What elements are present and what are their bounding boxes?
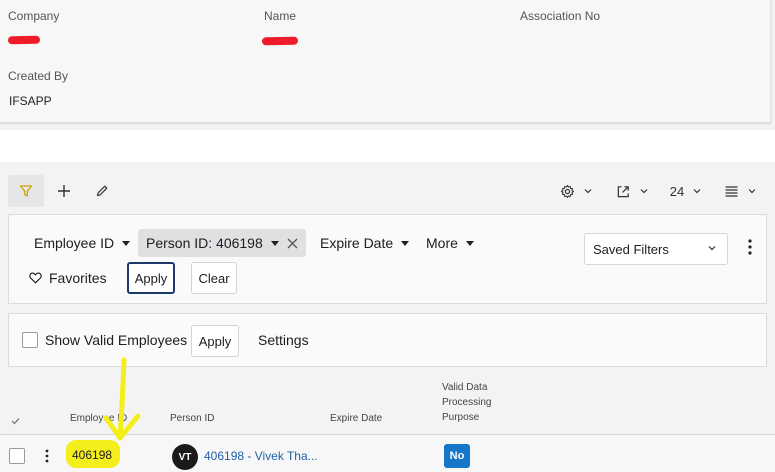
name-value-redacted <box>261 36 299 46</box>
view-menu-button[interactable] <box>720 175 760 207</box>
clear-filter-button[interactable]: Clear <box>191 262 237 294</box>
more-filters-label: More <box>426 235 458 251</box>
company-value-redacted <box>7 35 41 45</box>
funnel-icon <box>19 185 33 197</box>
row-select-checkbox[interactable] <box>9 448 25 464</box>
chevron-down-icon <box>584 189 591 194</box>
edit-button[interactable] <box>90 175 114 207</box>
chevron-down-icon <box>640 189 647 194</box>
pencil-icon <box>96 185 108 197</box>
employee-id-cell: 406198 <box>72 448 113 462</box>
header-line-1: Valid Data <box>442 382 488 393</box>
plus-icon <box>58 185 70 197</box>
show-valid-employees-checkbox[interactable] <box>22 332 38 348</box>
filter-options-kebab[interactable] <box>744 239 756 258</box>
list-view-icon <box>725 186 737 197</box>
settings-menu-button[interactable] <box>556 175 596 207</box>
person-id-filter-chip[interactable]: Person ID: 406198 <box>138 229 306 257</box>
employee-id-filter[interactable]: Employee ID <box>26 229 138 257</box>
favorites-label: Favorites <box>49 270 107 286</box>
created-by-value: IFSAPP <box>9 94 52 108</box>
name-label: Name <box>264 9 297 23</box>
chevron-down-icon <box>748 189 755 194</box>
caret-down-icon <box>465 240 474 246</box>
expire-date-filter[interactable]: Expire Date <box>312 229 417 257</box>
caret-down-icon <box>270 240 279 246</box>
export-menu-button[interactable] <box>612 175 652 207</box>
header-line-2: Processing <box>442 397 492 408</box>
avatar: VT <box>172 444 198 470</box>
employee-id-filter-label: Employee ID <box>34 235 115 251</box>
header-line-3: Purpose <box>442 412 480 423</box>
saved-filters-label: Saved Filters <box>593 241 669 257</box>
chevron-down-icon <box>708 246 716 251</box>
saved-filters-dropdown[interactable]: Saved Filters <box>584 233 728 265</box>
close-icon[interactable] <box>287 238 298 249</box>
person-id-filter-label: Person ID: 406198 <box>146 235 263 251</box>
created-by-label: Created By <box>8 69 69 83</box>
favorites-button[interactable]: Favorites <box>21 264 115 292</box>
row-kebab-icon[interactable] <box>45 449 49 463</box>
settings-link[interactable]: Settings <box>258 332 309 348</box>
person-id-link[interactable]: 406198 - Vivek Tha... <box>204 449 318 463</box>
column-header-person-id[interactable]: Person ID <box>170 411 214 426</box>
column-header-expire-date[interactable]: Expire Date <box>330 411 382 426</box>
list-toolbar: 24 <box>0 165 775 213</box>
valid-purpose-badge: No <box>444 444 470 468</box>
heart-icon <box>29 272 42 284</box>
page-size-value: 24 <box>669 183 685 199</box>
caret-down-icon <box>401 240 410 246</box>
export-icon <box>617 185 629 197</box>
apply-valid-button[interactable]: Apply <box>191 325 239 357</box>
show-valid-employees-label: Show Valid Employees <box>45 332 188 348</box>
chevron-down-icon <box>693 189 701 194</box>
section-separator <box>0 130 775 162</box>
page-size-selector[interactable]: 24 <box>666 175 706 207</box>
filter-panel: Employee ID Person ID: 406198 Expire Dat… <box>8 214 767 304</box>
annotation-arrow-icon <box>103 357 141 441</box>
expire-date-filter-label: Expire Date <box>320 235 394 251</box>
record-header-card: Company Name Association No Created By I… <box>0 0 771 123</box>
kebab-icon <box>748 239 752 255</box>
company-label: Company <box>8 9 60 23</box>
more-filters-button[interactable]: More <box>418 229 482 257</box>
apply-filter-button[interactable]: Apply <box>127 262 175 294</box>
association-no-label: Association No <box>520 9 601 23</box>
add-button[interactable] <box>52 175 76 207</box>
gear-icon <box>560 184 574 198</box>
caret-down-icon <box>122 240 131 246</box>
select-all-checkmark-icon[interactable] <box>11 417 20 425</box>
column-header-valid-data-processing-purpose[interactable]: Valid Data Processing Purpose <box>442 380 491 425</box>
filter-toggle-button[interactable] <box>8 175 44 207</box>
